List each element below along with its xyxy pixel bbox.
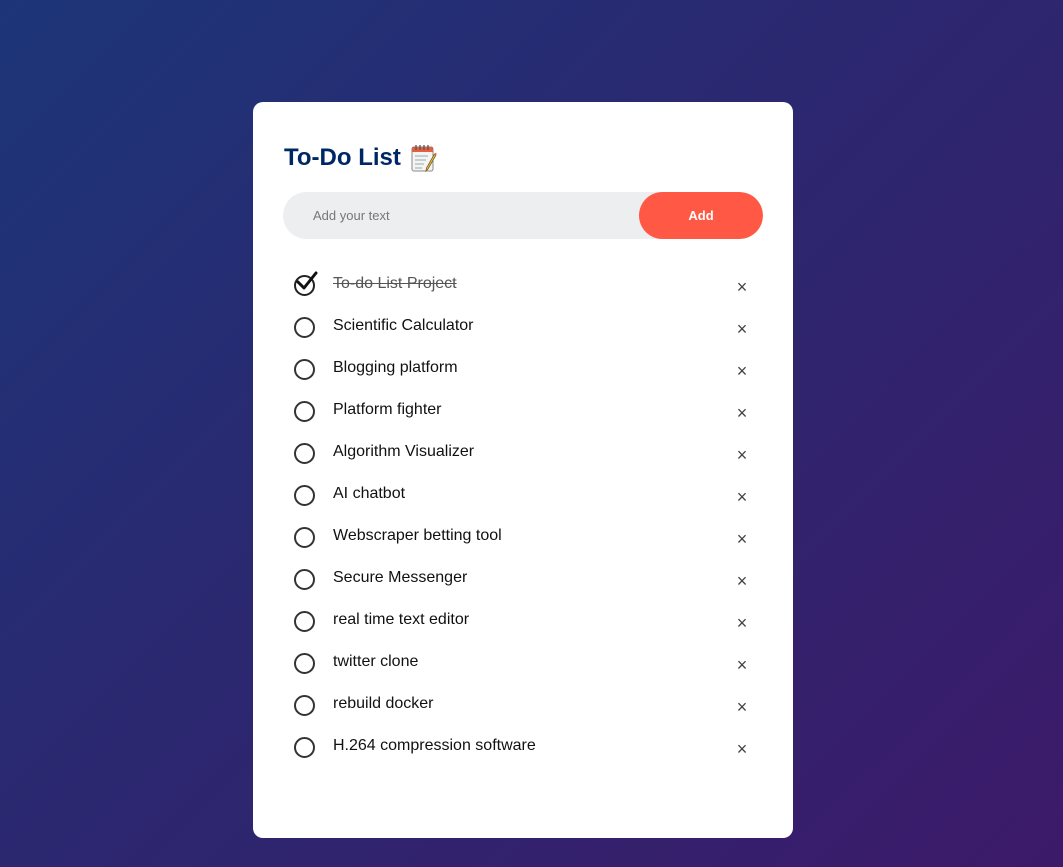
task-item[interactable]: Scientific Calculator × [283,305,763,347]
task-checkbox[interactable] [294,653,315,674]
task-checkbox[interactable] [294,737,315,758]
task-item[interactable]: To-do List Project × [283,263,763,305]
task-item[interactable]: Secure Messenger × [283,557,763,599]
delete-icon[interactable]: × [733,320,751,338]
task-item[interactable]: Webscraper betting tool × [283,515,763,557]
task-text[interactable]: To-do List Project [333,275,457,293]
task-item[interactable]: twitter clone × [283,641,763,683]
task-checkbox-checked[interactable] [294,271,318,296]
add-button[interactable]: Add [639,192,763,239]
delete-icon[interactable]: × [733,278,751,296]
task-item[interactable]: Algorithm Visualizer × [283,431,763,473]
title-row: To-Do List [284,140,438,176]
delete-icon[interactable]: × [733,404,751,422]
delete-icon[interactable]: × [733,362,751,380]
task-text[interactable]: H.264 compression software [333,737,536,755]
task-checkbox[interactable] [294,317,315,338]
task-checkbox[interactable] [294,485,315,506]
page-title: To-Do List [284,144,401,171]
delete-icon[interactable]: × [733,614,751,632]
delete-icon[interactable]: × [733,446,751,464]
task-text[interactable]: Blogging platform [333,359,458,377]
task-item[interactable]: real time text editor × [283,599,763,641]
notepad-icon [410,143,438,173]
task-checkbox[interactable] [294,527,315,548]
delete-icon[interactable]: × [733,740,751,758]
task-checkbox[interactable] [294,401,315,422]
task-checkbox[interactable] [294,569,315,590]
task-text[interactable]: AI chatbot [333,485,405,503]
task-text[interactable]: Scientific Calculator [333,317,474,335]
delete-icon[interactable]: × [733,572,751,590]
delete-icon[interactable]: × [733,698,751,716]
delete-icon[interactable]: × [733,530,751,548]
task-text[interactable]: real time text editor [333,611,469,629]
task-checkbox[interactable] [294,443,315,464]
task-text[interactable]: Webscraper betting tool [333,527,502,545]
task-checkbox[interactable] [294,611,315,632]
task-item[interactable]: AI chatbot × [283,473,763,515]
task-text[interactable]: Platform fighter [333,401,441,419]
task-text[interactable]: Secure Messenger [333,569,467,587]
checkmark-icon [296,271,318,290]
task-list: To-do List Project × Scientific Calculator… [283,263,763,767]
task-text[interactable]: twitter clone [333,653,418,671]
task-checkbox[interactable] [294,359,315,380]
task-input[interactable] [283,192,639,239]
task-text[interactable]: rebuild docker [333,695,434,713]
task-text[interactable]: Algorithm Visualizer [333,443,474,461]
task-item[interactable]: Blogging platform × [283,347,763,389]
todo-card: To-Do List Add your text Add To-do List … [253,102,793,838]
task-checkbox[interactable] [294,695,315,716]
delete-icon[interactable]: × [733,656,751,674]
task-item[interactable]: H.264 compression software × [283,725,763,767]
delete-icon[interactable]: × [733,488,751,506]
task-item[interactable]: Platform fighter × [283,389,763,431]
add-task-row: Add [283,192,763,239]
task-item[interactable]: rebuild docker × [283,683,763,725]
